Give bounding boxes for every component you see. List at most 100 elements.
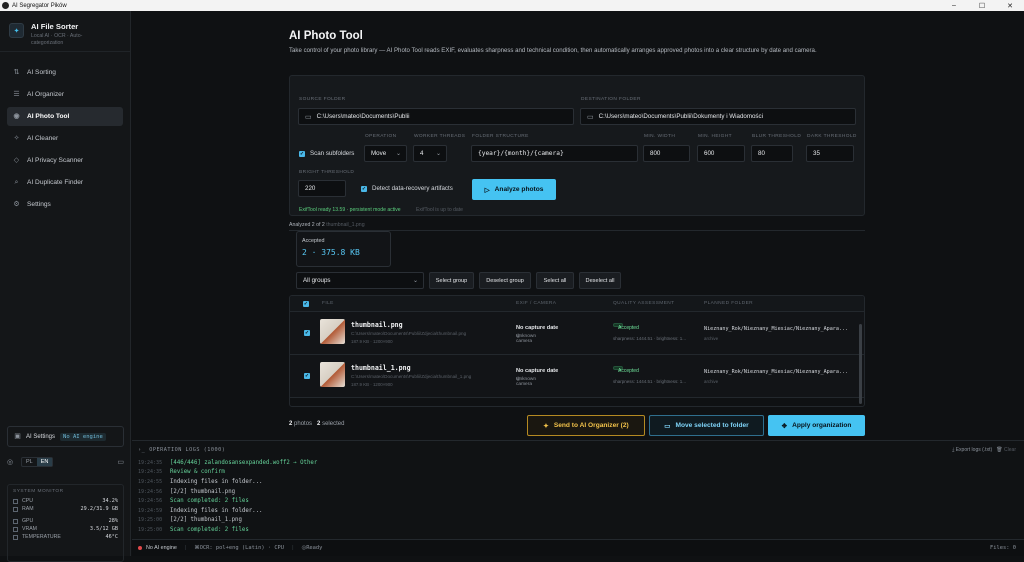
chevron-down-icon: ⌄ [395,151,401,157]
group-select[interactable]: All groups ⌄ [296,272,424,289]
column-quality: QUALITY ASSESSMENT [613,301,675,306]
deselect-all-button[interactable]: Deselect all [579,272,621,289]
file-name: thumbnail_1.png [351,364,411,372]
metric-value: 34.2% [102,498,118,504]
logs-title: OPERATION LOGS [149,446,200,453]
table-row[interactable]: ✓ thumbnail_1.png C:\Users\mateo\Documen… [290,355,864,398]
file-path: C:\Users\mateo\Documents\Publii\Zdjecia\… [351,331,467,336]
engine-status-dot [138,546,142,550]
sparkle-logo-icon: ✦ [9,23,24,38]
min-width-input[interactable]: 800 [643,145,690,162]
photo-thumbnail [320,362,345,387]
logs-header: ›_ OPERATION LOGS (1000) ⤓ Export logs (… [132,441,1024,458]
sidebar-item-ai-photo-tool[interactable]: ◉ AI Photo Tool [7,107,123,126]
select-all-button[interactable]: Select all [536,272,574,289]
ai-settings-button[interactable]: ▣ AI Settings No AI engine [7,426,124,447]
source-folder-field[interactable]: ▭ C:\Users\mateo\Documents\Publii [298,108,574,125]
lang-option-en[interactable]: EN [36,458,53,466]
log-text: Scan completed: 2 files [170,526,249,533]
ocr-status: OCR: pol+eng (Latin) · CPU [199,545,285,551]
scan-subfolders-checkbox[interactable]: ✓ Scan subfolders [299,150,354,157]
log-line: 19:25:00 Scan completed: 2 files [132,525,1024,535]
log-line: 19:24:56 Scan completed: 2 files [132,496,1024,506]
blur-threshold-input[interactable]: 80 [751,145,793,162]
table-scrollbar[interactable] [859,324,862,404]
ai-settings-label: AI Settings [26,433,56,440]
sidebar-item-ai-privacy-scanner[interactable]: ◇ AI Privacy Scanner [7,151,123,170]
accepted-value: 2 · 375.8 KB [302,248,360,257]
organizer-icon: ☰ [13,91,20,98]
system-monitor: SYSTEM MONITOR CPU 34.2% RAM 29.2/31.9 GB … [7,484,124,562]
folder-icon: ▭ [587,113,594,121]
metric-value: 28% [108,518,118,524]
send-to-organizer-button[interactable]: ✦ Send to AI Organizer (2) [527,415,645,436]
trash-icon: 🗑 [996,446,1005,453]
column-folder: PLANNED FOLDER [704,301,754,306]
metric-label: GPU [22,518,34,524]
window-title: AI Segregator Pików [12,2,67,9]
sidebar-item-ai-duplicate-finder[interactable]: ⌕ AI Duplicate Finder [7,173,123,192]
quality-metrics: sharpness: 1444.51 · brightness: 1... [613,336,687,341]
chevron-right-icon[interactable]: ›_ [138,447,145,453]
deselect-group-button[interactable]: Deselect group [479,272,531,289]
destination-folder-field[interactable]: ▭ C:\Users\mateo\Documents\Publii\Dokume… [580,108,856,125]
planned-folder-sub: archive [704,379,719,384]
group-select-value: All groups [303,277,331,284]
log-line: 19:24:55 Indexing files in folder... [132,477,1024,487]
log-timestamp: 19:24:56 [138,498,163,505]
destination-folder-value: C:\Users\mateo\Documents\Publii\Dokument… [598,113,763,120]
sidebar-item-ai-sorting[interactable]: ⇅ AI Sorting [7,63,123,82]
table-row[interactable]: ✓ thumbnail.png C:\Users\mateo\Documents… [290,312,864,355]
apply-organization-button[interactable]: ✥ Apply organization [768,415,865,436]
move-selected-label: Move selected to folder [675,422,749,429]
column-exif: EXIF / CAMERA [516,301,557,306]
clear-logs-button[interactable]: Clear [1004,447,1016,453]
ram-icon [13,506,18,512]
select-group-button[interactable]: Select group [429,272,474,289]
exiftool-status: ExifTool ready 13.59 · persistent mode a… [299,207,401,213]
checkbox-checked: ✓ [361,185,367,192]
sidebar-item-settings[interactable]: ⚙ Settings [7,195,123,214]
min-height-input[interactable]: 600 [697,145,745,162]
metric-value: 46°C [105,534,119,540]
maximize-button[interactable]: ☐ [968,2,996,10]
bright-threshold-input[interactable]: 220 [298,180,346,197]
planned-folder: Nieznany_Rok/Nieznany_Miesiac/Nieznany_A… [704,369,849,375]
min-height-label: MIN. HEIGHT [698,134,732,139]
sidebar-nav: ⇅ AI Sorting ☰ AI Organizer ◉ AI Photo T… [0,52,130,214]
row-checkbox[interactable]: ✓ [304,330,310,336]
temperature-row: TEMPERATURE 46°C [13,533,118,541]
exif-date: No capture date [516,325,559,331]
log-timestamp: 19:25:00 [138,517,163,524]
play-icon: ▷ [484,186,490,194]
minimize-button[interactable]: – [940,2,968,9]
dark-threshold-input[interactable]: 35 [806,145,854,162]
move-selected-button[interactable]: ▭ Move selected to folder [649,415,764,436]
min-width-value: 800 [650,150,661,157]
select-all-checkbox[interactable]: ✓ [303,300,309,307]
monitor-icon[interactable]: ▭ [117,458,124,466]
row-checkbox[interactable]: ✓ [304,373,310,379]
sidebar-item-ai-organizer[interactable]: ☰ AI Organizer [7,85,123,104]
close-button[interactable]: ✕ [996,2,1024,10]
chip-icon: ▣ [14,433,21,440]
detect-artifacts-checkbox[interactable]: ✓ Detect data-recovery artifacts [361,185,453,192]
operation-label: OPERATION [365,134,397,139]
brand: ✦ AI File Sorter Local AI · OCR · Auto-c… [0,11,130,52]
page-title: AI Photo Tool [289,30,363,42]
sidebar-item-ai-cleaner[interactable]: ✧ AI Cleaner [7,129,123,148]
log-line: 19:24:35 [446/446] zalandosansexpanded.wo… [132,458,1024,468]
sidebar-item-label: Settings [27,201,51,208]
app-icon [2,2,9,9]
log-text: Review & confirm [170,469,225,476]
worker-threads-select[interactable]: 4 ⌄ [413,145,447,162]
analyze-photos-button[interactable]: ▷ Analyze photos [472,179,556,200]
operation-logs-panel: ›_ OPERATION LOGS (1000) ⤓ Export logs (… [132,440,1024,539]
lang-option-pl[interactable]: PL [22,458,37,466]
operation-select[interactable]: Move ⌄ [364,145,407,162]
destination-folder-label: DESTINATION FOLDER [581,97,641,102]
export-logs-button[interactable]: Export logs (.txt) [956,447,992,453]
log-timestamp: 19:24:56 [138,488,163,495]
folder-structure-input[interactable]: {year}/{month}/{camera} [471,145,638,162]
log-text: [2/2] thumbnail.png [170,488,236,495]
